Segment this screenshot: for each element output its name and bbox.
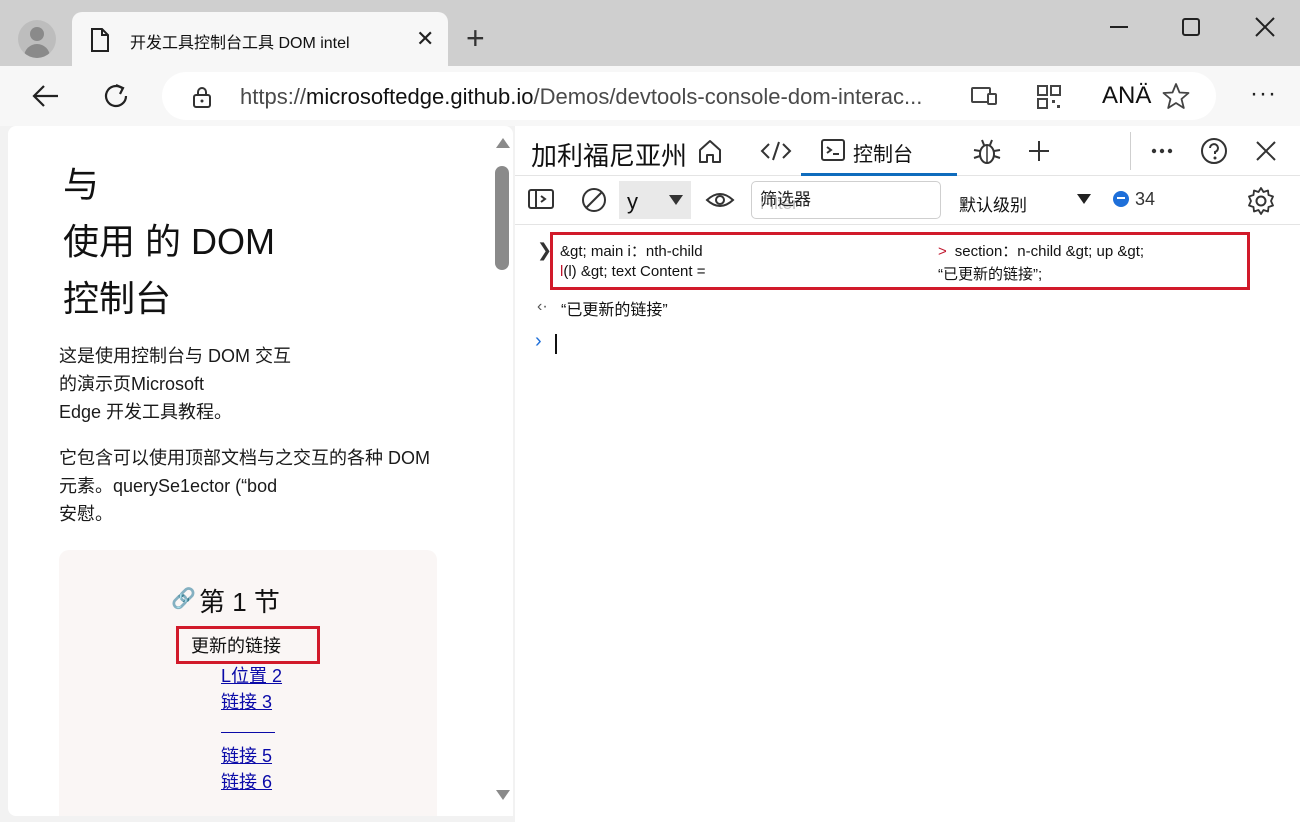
clear-console-icon[interactable]	[579, 185, 609, 220]
intro-line: 的演示页Microsoft	[59, 374, 205, 394]
link-6[interactable]: 链接 6	[221, 768, 272, 794]
scroll-up-arrow[interactable]	[496, 138, 510, 148]
refresh-icon[interactable]	[100, 80, 132, 112]
description-line: 元素。querySe1ector (“bod	[59, 476, 278, 496]
close-devtools-icon[interactable]	[1251, 136, 1281, 171]
more-options-icon[interactable]	[1147, 136, 1177, 171]
result-arrow-icon: ‹·	[537, 298, 548, 315]
close-tab-icon[interactable]: ✕	[416, 28, 434, 50]
url-host: microsoftedge.github.io	[306, 84, 534, 109]
message-count[interactable]: 34	[1113, 189, 1155, 210]
new-tab-button[interactable]: +	[466, 22, 485, 54]
browser-tab[interactable]: 开发工具控制台工具 DOM intel ✕	[72, 12, 448, 66]
qr-code-icon[interactable]	[1036, 84, 1062, 115]
context-selector[interactable]: y	[619, 181, 691, 219]
link-icon[interactable]: 🔗	[171, 586, 196, 611]
scroll-down-arrow[interactable]	[496, 790, 510, 800]
console-tab-label: 控制台	[853, 144, 913, 166]
browser-toolbar: https://microsoftedge.github.io/Demos/de…	[0, 66, 1300, 126]
add-tool-icon[interactable]	[1025, 136, 1053, 171]
console-toolbar: y Filter 筛选器 默认级别 34	[515, 177, 1300, 225]
home-icon[interactable]	[695, 136, 725, 171]
close-window-icon[interactable]	[1250, 12, 1280, 42]
address-bar[interactable]: https://microsoftedge.github.io/Demos/de…	[162, 72, 1216, 120]
link-5[interactable]: 链接 5	[221, 742, 272, 768]
link-3[interactable]: 链接 3	[221, 688, 272, 714]
url-scheme: https://	[240, 84, 307, 109]
log-levels-dropdown[interactable]: 默认级别	[959, 191, 1027, 216]
devtools-panel: 加利福尼亚州 控制台 y Filter 筛选器 默认级别 34 ❯ &gt; m…	[515, 126, 1300, 822]
url-path: /Demos/devtools-console-dom-interac...	[533, 84, 923, 109]
title-bar: 开发工具控制台工具 DOM intel ✕ +	[0, 0, 1300, 66]
web-page: 与 使用 的 DOM 控制台 这是使用控制台与 DOM 交互 的演示页Micro…	[8, 126, 513, 816]
back-arrow-icon[interactable]	[30, 80, 62, 112]
toolbar-divider	[1130, 132, 1131, 170]
console-output[interactable]: ❯ &gt; main i：nth-child l(l) &gt; text C…	[515, 226, 1300, 822]
devtools-tab-bar: 加利福尼亚州 控制台	[515, 126, 1300, 176]
bug-icon[interactable]	[971, 136, 1003, 173]
live-expression-eye-icon[interactable]	[705, 187, 735, 218]
description-line: 它包含可以使用顶部文档与之交互的各种 DOM	[59, 448, 430, 468]
page-title-line: 控制台	[63, 278, 172, 319]
message-bubble-icon	[1113, 191, 1129, 207]
read-aloud-icon[interactable]	[970, 84, 998, 113]
intro-line: Edge 开发工具教程。	[59, 402, 233, 422]
intro-line: 这是使用控制台与 DOM 交互	[59, 346, 291, 366]
avatar-head	[30, 27, 44, 41]
tab-console[interactable]: 控制台	[801, 126, 957, 176]
sidebar-toggle-icon[interactable]	[527, 187, 557, 218]
lock-icon[interactable]	[192, 86, 212, 113]
filter-input[interactable]: Filter 筛选器	[751, 181, 941, 219]
console-icon	[819, 136, 847, 169]
page-title: 与 使用 的 DOM 控制台	[63, 156, 363, 327]
section-1: 🔗 第 1 节 更新的链接 L位置 2 链接 3 链接 5 链接 6	[59, 550, 437, 816]
page-scrollbar[interactable]	[492, 126, 512, 816]
link-4-empty[interactable]	[221, 732, 275, 733]
content-area: 与 使用 的 DOM 控制台 这是使用控制台与 DOM 交互 的演示页Micro…	[0, 126, 1300, 822]
favorite-star-icon[interactable]	[1162, 82, 1190, 115]
intro-paragraph: 这是使用控制台与 DOM 交互 的演示页Microsoft Edge 开发工具教…	[59, 342, 359, 426]
page-title-line: 使用 的 DOM	[63, 221, 275, 262]
profile-avatar[interactable]	[18, 20, 56, 58]
console-prompt-icon: ›	[535, 330, 542, 352]
console-result: “已更新的链接”	[561, 302, 668, 319]
chevron-down-icon	[669, 195, 683, 205]
highlight-box	[176, 626, 320, 664]
section-heading: 第 1 节	[199, 587, 280, 617]
avatar-body	[24, 44, 50, 58]
filter-label: 筛选器	[760, 190, 811, 209]
command-highlight-box	[550, 232, 1250, 290]
tab-title: 开发工具控制台工具 DOM intel	[130, 35, 350, 52]
description-line: 安慰。	[59, 504, 113, 524]
scroll-thumb[interactable]	[495, 166, 509, 270]
minimize-icon[interactable]	[1104, 12, 1134, 42]
tab-welcome[interactable]: 加利福尼亚州	[531, 136, 687, 173]
message-count-value: 34	[1135, 189, 1156, 209]
help-icon[interactable]	[1199, 136, 1229, 171]
console-settings-gear-icon[interactable]	[1245, 185, 1277, 222]
link-2[interactable]: L位置 2	[221, 662, 282, 688]
page-icon	[90, 28, 110, 57]
console-input-caret[interactable]	[555, 334, 557, 354]
url-text[interactable]: https://microsoftedge.github.io/Demos/de…	[240, 84, 922, 110]
settings-more-icon[interactable]: ···	[1250, 80, 1277, 108]
maximize-icon[interactable]	[1176, 12, 1206, 42]
description-paragraph: 它包含可以使用顶部文档与之交互的各种 DOM 元素。querySe1ector …	[59, 444, 479, 528]
levels-chevron-down-icon[interactable]	[1077, 194, 1091, 204]
text-translate-label[interactable]: ANÄ	[1102, 82, 1151, 110]
elements-icon[interactable]	[759, 136, 793, 171]
page-title-line: 与	[63, 164, 100, 205]
context-value: y	[627, 189, 638, 214]
